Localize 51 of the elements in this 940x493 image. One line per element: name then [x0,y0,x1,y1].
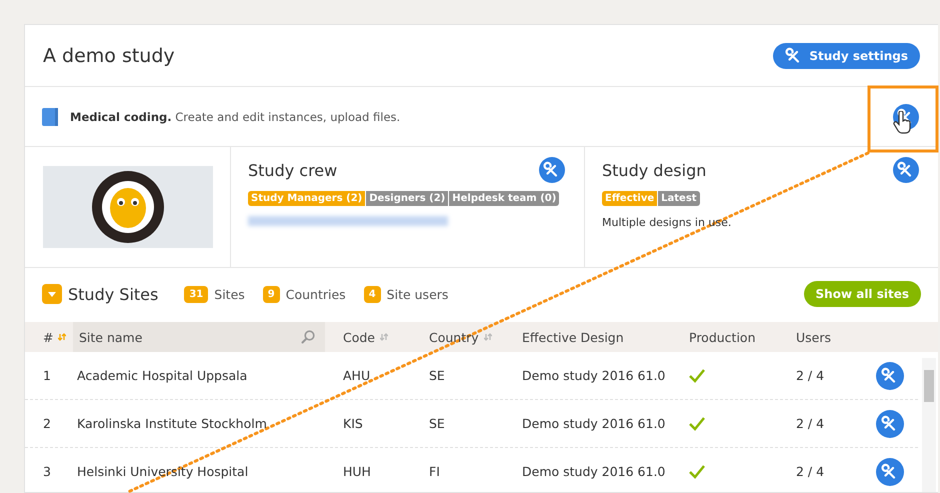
scrollbar[interactable] [922,358,936,492]
study-design-title: Study design [602,160,706,180]
filter-tab[interactable]: Helpdesk team (0) [449,191,560,206]
column-header: Production [689,330,756,344]
filter-tab[interactable]: Effective [602,191,658,206]
count-badge: 4 [364,286,381,302]
search-icon [301,330,315,344]
column-header[interactable]: Code [343,330,388,344]
section-title: Study Sites [68,284,158,304]
column-header[interactable]: Site name [73,322,325,352]
count-label: Countries [286,286,346,302]
count-label: Sites [214,286,245,302]
column-header: Effective Design [522,330,624,344]
table-cell: 2 [43,416,51,431]
collapse-toggle[interactable] [42,284,62,304]
column-header[interactable]: # [43,330,66,344]
table-cell: 2 / 4 [796,368,824,383]
column-header: Users [796,330,832,344]
scrollbar-thumb[interactable] [924,370,934,402]
study-crew-title: Study crew [248,160,338,180]
filter-tab[interactable]: Designers (2) [366,191,448,206]
table-cell: 3 [43,464,51,479]
module-description: Medical coding. Create and edit instances, upload files. [70,110,400,124]
table-cell: KIS [343,416,363,431]
table-cell: SE [429,368,445,383]
table-cell: 1 [43,368,51,383]
table-cell: FI [429,464,440,479]
table-cell: SE [429,416,445,431]
table-cell: 2 / 4 [796,416,824,431]
text-module-icon [42,108,58,126]
table-cell: HUH [343,464,371,479]
study-title: A demo study [43,44,175,66]
filter-tab[interactable]: Study Managers (2) [248,191,366,206]
count-label: Site users [386,286,448,302]
sort-icon [380,333,388,341]
sort-icon [58,333,66,341]
table-cell: AHU [343,368,370,383]
study-settings-button[interactable]: Study settings [773,42,920,68]
table-cell: Academic Hospital Uppsala [77,368,248,383]
count-badge: 31 [184,286,208,302]
count-badge: 9 [262,286,280,302]
table-cell: Demo study 2016 61.0 [522,464,666,479]
table-cell: 2 / 4 [796,464,824,479]
table-cell: Karolinska Institute Stockholm [77,416,267,431]
table-cell: Demo study 2016 61.0 [522,368,666,383]
table-cell: Demo study 2016 61.0 [522,416,666,431]
show-all-sites-button[interactable]: Show all sites [804,281,921,307]
hand-cursor-icon [893,111,913,135]
filter-tab[interactable]: Latest [658,191,700,206]
caret-icon [48,292,56,296]
sort-icon [484,333,492,341]
